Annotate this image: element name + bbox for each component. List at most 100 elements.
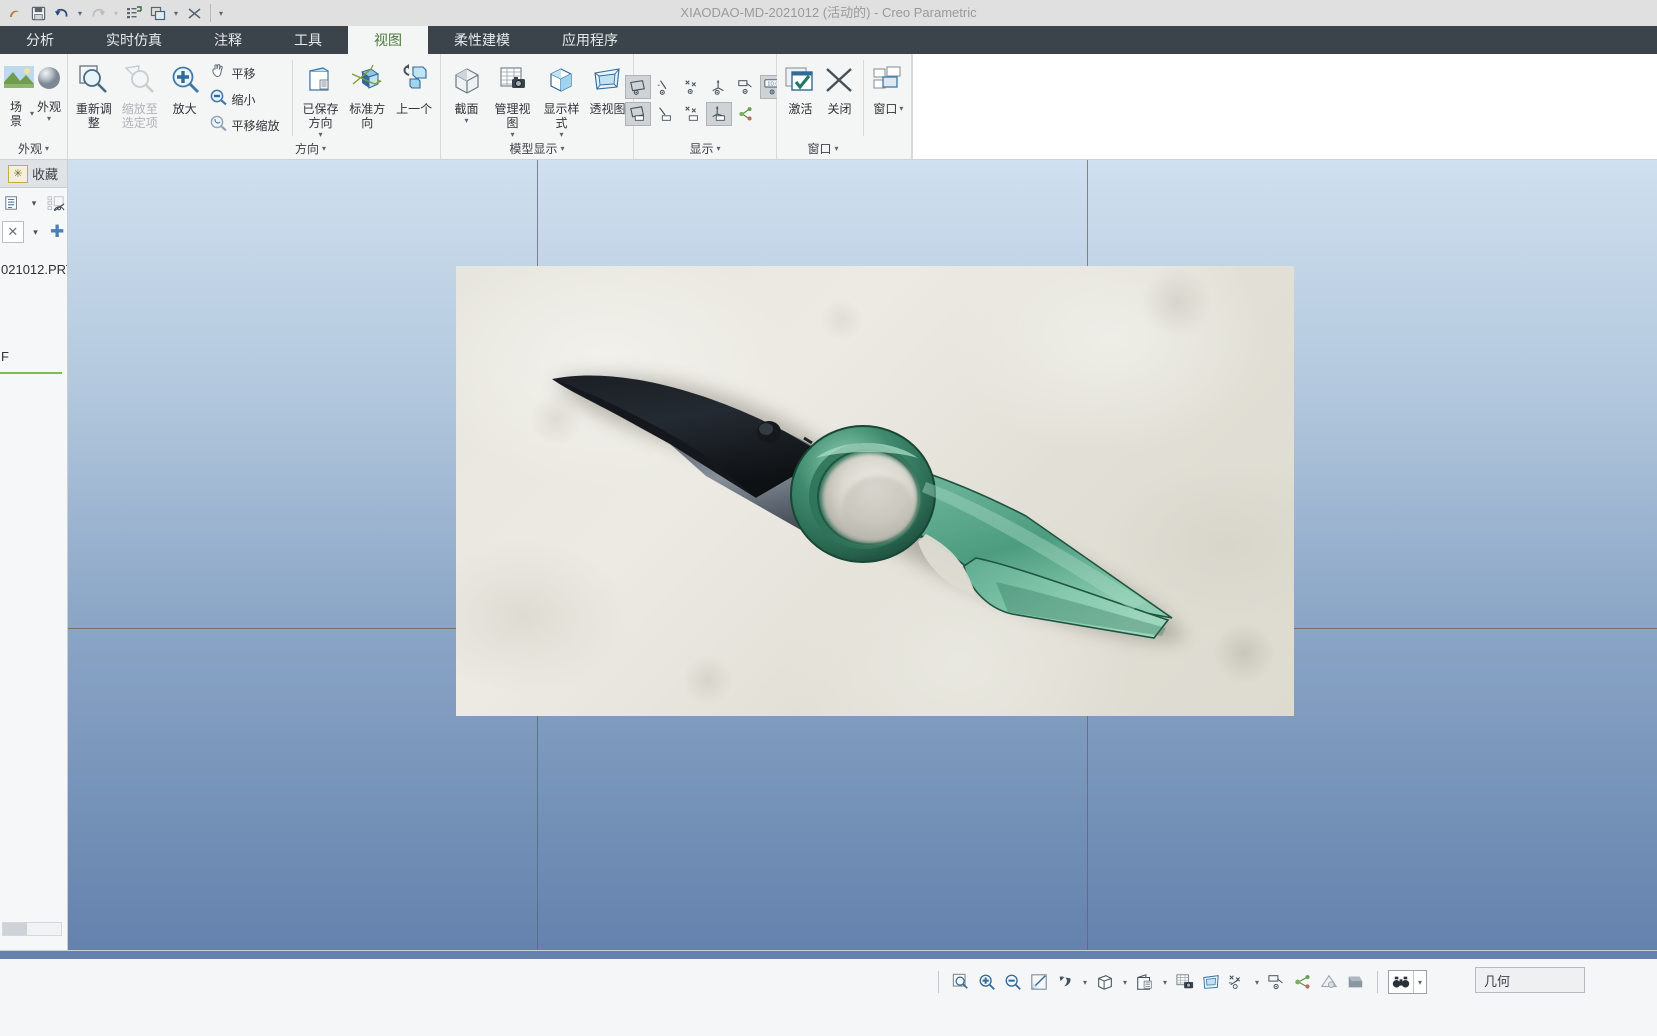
- favorites-label[interactable]: 收藏: [32, 164, 58, 183]
- display-style-caret[interactable]: ▾: [559, 130, 563, 139]
- zoom-selection-icon: [123, 60, 157, 100]
- pan-zoom-icon: [210, 115, 227, 136]
- find-caret[interactable]: ▾: [1414, 969, 1426, 995]
- saved-orientations-button[interactable]: 已保存方向 ▾: [299, 58, 343, 139]
- customize-qat-caret[interactable]: ▾: [215, 1, 227, 25]
- close-button[interactable]: 关闭: [820, 58, 859, 116]
- refit-icon[interactable]: [1027, 969, 1051, 995]
- manage-views-caret[interactable]: ▾: [511, 130, 515, 139]
- selection-filter-box[interactable]: 几何: [1475, 967, 1585, 993]
- add-item-icon[interactable]: ✚: [47, 221, 67, 243]
- perspective-icon[interactable]: [1199, 969, 1223, 995]
- zoom-in-icon[interactable]: [975, 969, 999, 995]
- window-switch-icon[interactable]: [146, 1, 170, 25]
- save-icon[interactable]: [26, 1, 50, 25]
- spin-icon[interactable]: [1053, 969, 1077, 995]
- model-tree-panel: ✳ 收藏 ▾ ✕ ▾ ✚ 021012.PRT F: [0, 160, 68, 950]
- window-button-caret[interactable]: ▾: [899, 102, 903, 116]
- hide-items-icon[interactable]: [46, 192, 66, 214]
- manage-views-button[interactable]: 管理视图 ▾: [488, 58, 537, 139]
- spin-caret[interactable]: ▾: [1079, 969, 1091, 995]
- spin-center-icon[interactable]: [1291, 969, 1315, 995]
- qat-separator: [210, 4, 211, 22]
- display-style-button[interactable]: 显示样式 ▾: [537, 58, 586, 139]
- selection-filter-value: 几何: [1484, 973, 1511, 989]
- favorites-star-icon[interactable]: ✳: [8, 164, 28, 183]
- axis-tag-toggle[interactable]: [652, 102, 678, 126]
- saved-orientations-caret[interactable]: ▾: [318, 130, 322, 139]
- cross-section-label: 截面: [454, 102, 479, 116]
- zoom-to-selection-button[interactable]: 缩放至选定项: [116, 58, 164, 130]
- tab-live-simulation[interactable]: 实时仿真: [80, 26, 188, 54]
- cross-section-caret[interactable]: ▾: [465, 116, 469, 125]
- tab-tools[interactable]: 工具: [268, 26, 348, 54]
- graphics-viewport[interactable]: [68, 160, 1657, 950]
- display-style-caret[interactable]: ▾: [1119, 969, 1131, 995]
- zoom-box-icon[interactable]: [949, 969, 973, 995]
- model-tree-feature-item[interactable]: F: [0, 349, 67, 364]
- quick-access-toolbar[interactable]: ▾ ▾ ▾ ▾: [0, 0, 227, 26]
- undo-icon[interactable]: [50, 1, 74, 25]
- creo-logo-icon[interactable]: [2, 1, 26, 25]
- point-display-toggle[interactable]: [679, 75, 705, 99]
- datum-display-icon[interactable]: [1225, 969, 1249, 995]
- saved-views-icon[interactable]: [1133, 969, 1157, 995]
- status-bar: ▾ ▾ ▾ ▾ ▾ 几何: [0, 950, 1657, 1036]
- annotation-display-icon[interactable]: [1265, 969, 1289, 995]
- tab-analysis[interactable]: 分析: [0, 26, 80, 54]
- knife-render-image[interactable]: [456, 266, 1294, 716]
- perspective-view-button[interactable]: 透视图: [586, 58, 629, 116]
- model-tree-root-item[interactable]: 021012.PRT: [0, 262, 67, 277]
- zoom-out-icon[interactable]: [1001, 969, 1025, 995]
- previous-view-button[interactable]: 上一个: [392, 58, 436, 116]
- csys-tag-toggle[interactable]: [705, 102, 732, 126]
- tab-annotate[interactable]: 注释: [188, 26, 268, 54]
- status-bar-toolbar[interactable]: ▾ ▾ ▾ ▾ ▾: [930, 965, 1427, 999]
- layer-icon[interactable]: [1317, 969, 1341, 995]
- tab-applications[interactable]: 应用程序: [536, 26, 644, 54]
- tree-horizontal-scrollbar[interactable]: [2, 922, 62, 936]
- pan-zoom-button[interactable]: 平移缩放: [206, 112, 284, 138]
- tab-view[interactable]: 视图: [348, 26, 428, 54]
- point-tag-toggle[interactable]: [679, 102, 705, 126]
- window-button[interactable]: 窗口 ▾: [870, 58, 907, 116]
- refit-magnifier-icon: [77, 60, 111, 100]
- appearance-gallery-icon[interactable]: [1343, 969, 1367, 995]
- annotation-display-toggle[interactable]: [733, 75, 759, 99]
- plane-display-toggle[interactable]: [624, 75, 651, 99]
- model-tree-caret[interactable]: ▾: [24, 192, 44, 214]
- display-style-shaded-icon[interactable]: [1093, 969, 1117, 995]
- model-tree-settings-icon[interactable]: [2, 192, 22, 214]
- appearance-caret[interactable]: ▾: [47, 114, 51, 123]
- axis-tag-icon: [658, 107, 671, 121]
- find-binoculars-icon[interactable]: [1389, 969, 1413, 995]
- tab-flexible-modeling[interactable]: 柔性建模: [428, 26, 536, 54]
- pan-button[interactable]: 平移: [206, 60, 284, 86]
- appearance-button[interactable]: 外观 ▾: [34, 58, 64, 123]
- zoom-out-button[interactable]: 缩小: [206, 86, 284, 112]
- redo-icon[interactable]: [86, 1, 110, 25]
- regenerate-icon[interactable]: [122, 1, 146, 25]
- refit-button[interactable]: 重新调整: [72, 58, 116, 130]
- cross-section-button[interactable]: 截面 ▾: [445, 58, 488, 125]
- ribbon-tab-strip[interactable]: 分析 实时仿真 注释 工具 视图 柔性建模 应用程序: [0, 26, 1657, 54]
- filter-caret[interactable]: ▾: [26, 221, 46, 243]
- scene-button[interactable]: 场景 ▾: [4, 58, 34, 128]
- saved-views-caret[interactable]: ▾: [1159, 969, 1171, 995]
- undo-dropdown-caret[interactable]: ▾: [74, 1, 86, 25]
- standard-orientation-button[interactable]: 标准方向: [342, 58, 392, 130]
- find-control[interactable]: ▾: [1388, 970, 1427, 994]
- datum-display-caret[interactable]: ▾: [1251, 969, 1263, 995]
- zoom-in-button[interactable]: 放大: [164, 58, 206, 116]
- activate-button[interactable]: 激活: [781, 58, 820, 116]
- window-switch-caret[interactable]: ▾: [170, 1, 182, 25]
- plane-tag-toggle[interactable]: [624, 102, 651, 126]
- redo-dropdown-caret[interactable]: ▾: [110, 1, 122, 25]
- spin-center-toggle[interactable]: [733, 102, 759, 126]
- close-window-icon[interactable]: [182, 1, 206, 25]
- axis-display-toggle[interactable]: [652, 75, 678, 99]
- csys-display-toggle[interactable]: [706, 75, 732, 99]
- scrollbar-thumb[interactable]: [3, 923, 27, 935]
- delete-filter-icon[interactable]: ✕: [2, 221, 24, 243]
- manage-views-icon[interactable]: [1173, 969, 1197, 995]
